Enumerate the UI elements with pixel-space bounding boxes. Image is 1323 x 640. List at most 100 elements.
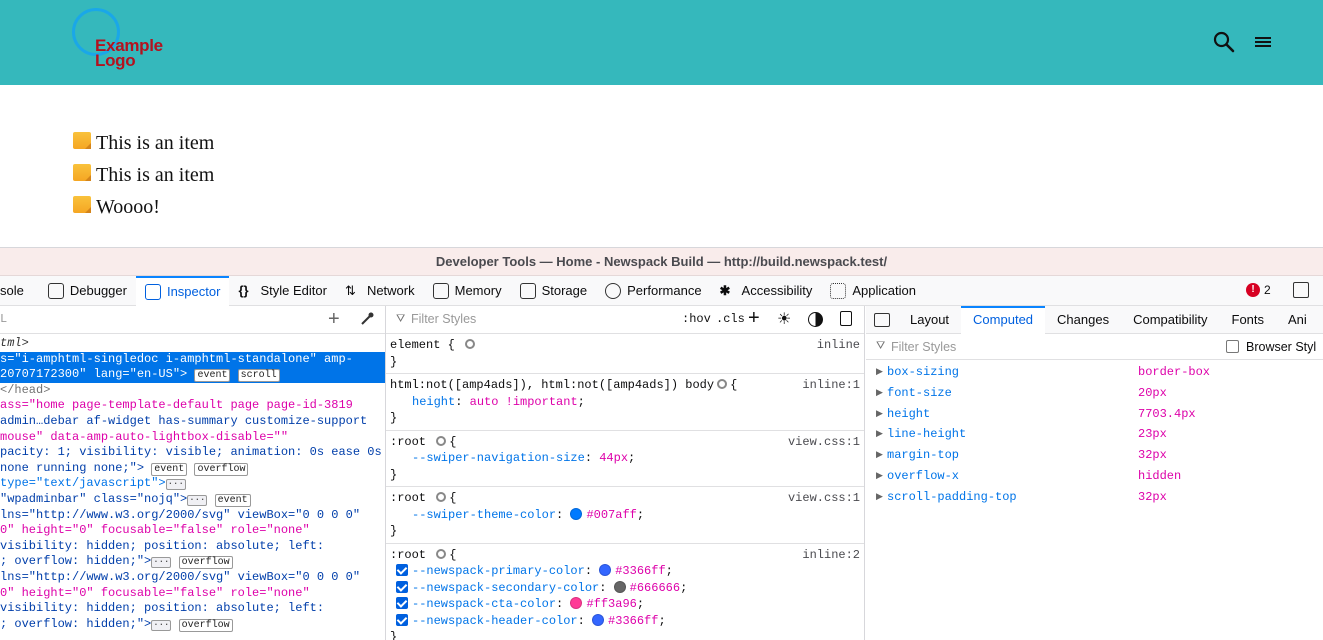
markup-line[interactable]: ; overflow: hidden;"> ··· overflow xyxy=(0,554,385,570)
color-swatch[interactable] xyxy=(570,507,583,520)
color-swatch[interactable] xyxy=(592,613,605,626)
network-icon: ⇅ xyxy=(344,282,356,298)
collapsed-ellipsis[interactable]: ··· xyxy=(187,494,208,506)
markup-line[interactable]: pacity: 1; visibility: visible; animatio… xyxy=(0,445,385,461)
markup-line[interactable]: mouse" data-amp-auto-lightbox-disable="" xyxy=(0,430,385,446)
markup-line[interactable]: ass="home page-template-default page pag… xyxy=(0,398,385,414)
expand-arrow-icon[interactable]: ▶ xyxy=(876,383,883,404)
rules-filter-input[interactable]: Filter Styles xyxy=(411,312,476,326)
dock-icon[interactable] xyxy=(1293,282,1309,298)
markup-line[interactable]: </head> xyxy=(0,383,385,399)
expand-arrow-icon[interactable]: ▶ xyxy=(876,424,883,445)
computed-row[interactable]: ▶ overflow-x hidden xyxy=(866,466,1323,487)
color-swatch[interactable] xyxy=(570,597,583,609)
color-swatch[interactable] xyxy=(613,580,626,593)
add-rule-icon[interactable]: + xyxy=(748,307,760,330)
markup-search-input[interactable]: L xyxy=(0,312,7,326)
markup-line[interactable]: admin…debar af-widget has-summary custom… xyxy=(0,414,385,430)
expand-arrow-icon[interactable]: ▶ xyxy=(876,487,883,508)
collapsed-ellipsis[interactable]: ··· xyxy=(151,557,172,569)
dark-theme-icon[interactable] xyxy=(808,312,823,327)
tab-layout[interactable]: Layout xyxy=(898,306,961,334)
rule-source[interactable]: inline xyxy=(817,337,860,354)
add-node-icon[interactable]: + xyxy=(328,308,340,331)
markup-line[interactable]: type="text/javascript"> ··· xyxy=(0,476,385,492)
tab-storage[interactable]: Storage xyxy=(511,276,597,306)
rule-source[interactable]: inline:2 xyxy=(802,547,860,564)
markup-line-selected[interactable]: 20707172300" lang="en-US"> event scroll xyxy=(0,367,385,383)
gear-icon[interactable] xyxy=(436,435,447,446)
computed-row[interactable]: ▶ height 7703.4px xyxy=(866,404,1323,425)
scroll-badge[interactable]: scroll xyxy=(237,369,280,383)
markup-line[interactable]: 0" height="0" focusable="false" role="no… xyxy=(0,523,385,539)
gear-icon[interactable] xyxy=(436,492,447,502)
tab-animations[interactable]: Ani xyxy=(1276,306,1319,334)
markup-line[interactable]: visibility: hidden; position: absolute; … xyxy=(0,601,385,617)
computed-row[interactable]: ▶ margin-top 32px xyxy=(866,445,1323,466)
hov-toggle[interactable]: :hov xyxy=(682,312,711,326)
rule-source[interactable]: view.css:1 xyxy=(788,490,860,507)
overflow-badge[interactable]: overflow xyxy=(194,462,249,476)
eyedropper-icon[interactable] xyxy=(360,312,374,326)
print-media-icon[interactable] xyxy=(840,311,852,326)
declaration-checkbox[interactable] xyxy=(396,597,408,609)
computed-row[interactable]: ▶ font-size 20px xyxy=(866,383,1323,404)
gear-icon[interactable] xyxy=(436,548,447,559)
computed-row[interactable]: ▶ box-sizing border-box xyxy=(866,362,1323,383)
tab-application[interactable]: Application xyxy=(821,276,925,306)
search-icon[interactable] xyxy=(1212,30,1236,54)
expand-arrow-icon[interactable]: ▶ xyxy=(876,466,883,487)
event-badge[interactable]: event xyxy=(151,462,188,476)
markup-line[interactable]: "wpadminbar" class="nojq"> ··· event xyxy=(0,492,385,508)
overflow-badge[interactable]: overflow xyxy=(178,556,233,570)
gear-icon[interactable] xyxy=(717,379,728,389)
rules-list: element { inline } html:not([amp4ads]), … xyxy=(386,334,864,640)
menu-icon[interactable] xyxy=(1254,35,1272,49)
tab-inspector[interactable]: Inspector xyxy=(135,275,230,306)
browser-styles-checkbox[interactable] xyxy=(1226,340,1239,353)
tab-accessibility[interactable]: ✱ Accessibility xyxy=(711,276,822,306)
tab-compatibility[interactable]: Compatibility xyxy=(1121,306,1219,334)
tab-computed[interactable]: Computed xyxy=(961,306,1046,334)
declaration-checkbox[interactable] xyxy=(396,564,408,576)
expand-arrow-icon[interactable]: ▶ xyxy=(876,362,883,383)
tab-changes[interactable]: Changes xyxy=(1045,306,1121,334)
collapsed-ellipsis[interactable]: ··· xyxy=(151,619,172,631)
computed-filter-input[interactable]: Filter Styles xyxy=(891,340,956,354)
light-theme-icon[interactable]: ☀ xyxy=(777,309,791,329)
markup-line[interactable]: tml> xyxy=(0,336,385,352)
tab-debugger[interactable]: Debugger xyxy=(39,276,136,306)
color-swatch[interactable] xyxy=(599,564,612,576)
tab-network[interactable]: ⇅ Network xyxy=(336,276,424,306)
tab-fonts[interactable]: Fonts xyxy=(1220,306,1277,334)
computed-row[interactable]: ▶ line-height 23px xyxy=(866,424,1323,445)
collapsed-ellipsis[interactable]: ··· xyxy=(165,479,186,491)
error-count[interactable]: ! 2 xyxy=(1246,283,1271,297)
declaration-checkbox[interactable] xyxy=(396,580,408,593)
tab-console[interactable]: sole xyxy=(0,276,33,306)
declaration-checkbox[interactable] xyxy=(396,613,408,626)
computed-row[interactable]: ▶ scroll-padding-top 32px xyxy=(866,487,1323,508)
markup-line[interactable]: none running none;"> event overflow xyxy=(0,461,385,477)
inspector-icon xyxy=(144,283,161,300)
markup-line[interactable]: lns="http://www.w3.org/2000/svg" viewBox… xyxy=(0,508,385,524)
tab-performance[interactable]: Performance xyxy=(596,276,710,306)
markup-line[interactable]: visibility: hidden; position: absolute; … xyxy=(0,539,385,555)
toggle-sidebar-icon[interactable] xyxy=(874,312,890,327)
markup-line[interactable]: lns="http://www.w3.org/2000/svg" viewBox… xyxy=(0,570,385,586)
tab-memory[interactable]: Memory xyxy=(424,276,511,306)
overflow-badge[interactable]: overflow xyxy=(178,618,233,632)
tab-style-editor[interactable]: {} Style Editor xyxy=(229,276,335,306)
markup-line[interactable]: 0" height="0" focusable="false" role="no… xyxy=(0,586,385,602)
rule-source[interactable]: view.css:1 xyxy=(788,434,860,451)
rule-source[interactable]: inline:1 xyxy=(802,377,860,394)
expand-arrow-icon[interactable]: ▶ xyxy=(876,404,883,425)
gear-icon[interactable] xyxy=(465,339,476,349)
markup-line[interactable]: ; overflow: hidden;"> ··· overflow xyxy=(0,617,385,633)
event-badge[interactable]: event xyxy=(194,369,231,383)
expand-arrow-icon[interactable]: ▶ xyxy=(876,445,883,466)
site-logo[interactable]: Example Logo xyxy=(72,8,182,74)
markup-line-selected[interactable]: s="i-amphtml-singledoc i-amphtml-standal… xyxy=(0,351,385,368)
event-badge[interactable]: event xyxy=(214,493,251,507)
cls-toggle[interactable]: .cls xyxy=(716,312,745,326)
